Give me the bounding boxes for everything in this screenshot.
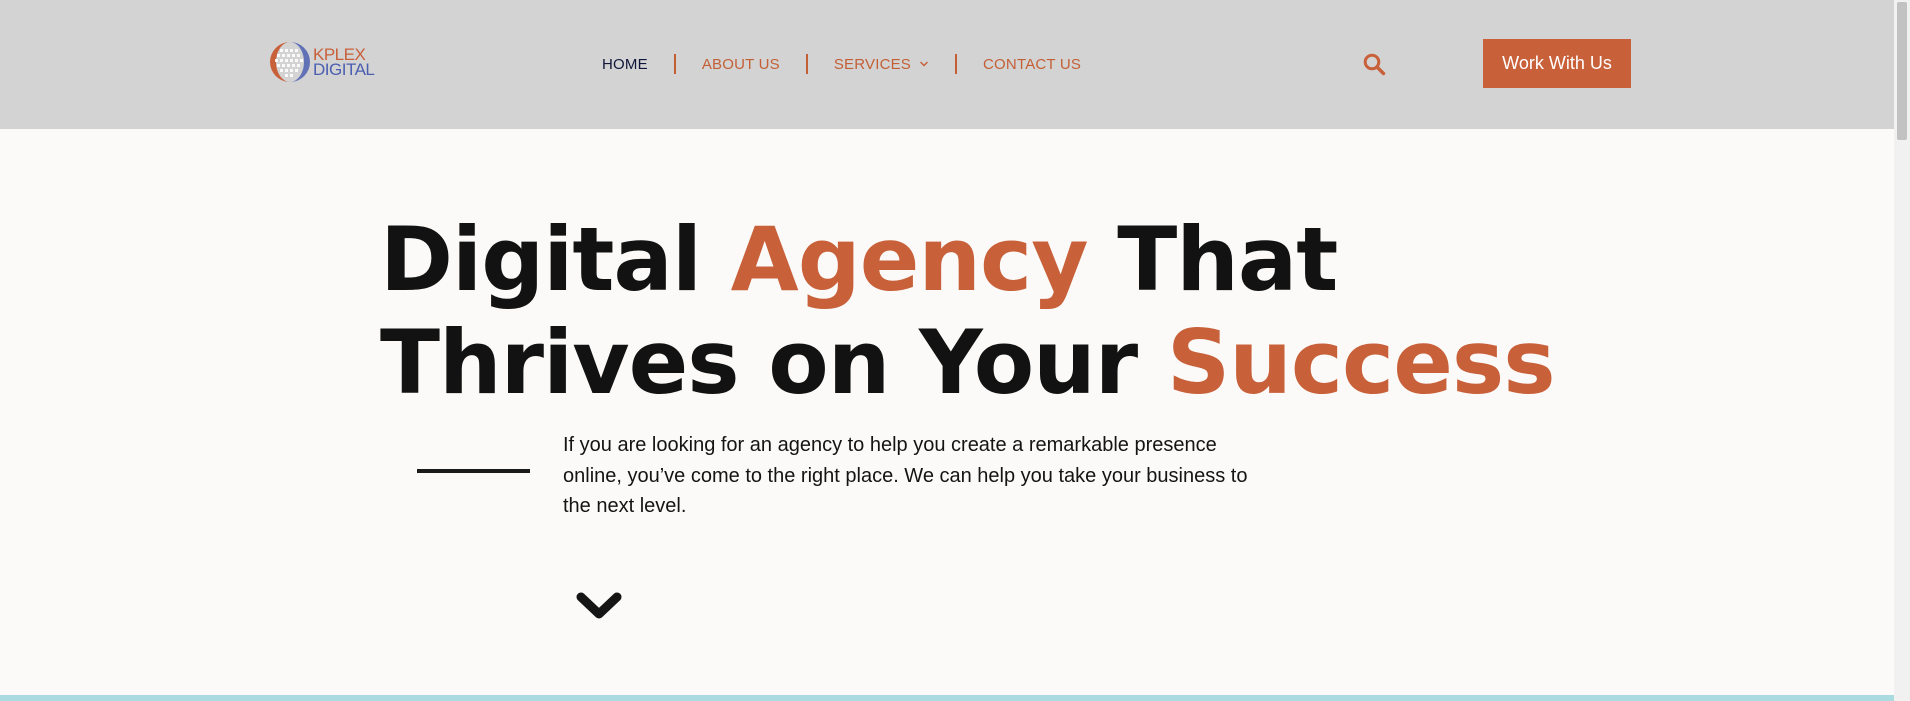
- hero-divider: [417, 469, 530, 473]
- chevron-down-icon[interactable]: [575, 590, 623, 624]
- globe-logo-icon: [270, 42, 310, 82]
- hero-heading: Digital Agency That Thrives on Your Succ…: [380, 208, 1556, 414]
- next-section-edge: [0, 695, 1894, 701]
- hero-heading-line-1: Digital Agency That: [380, 208, 1540, 311]
- hero-description: If you are looking for an agency to help…: [563, 434, 1248, 517]
- site-logo[interactable]: KPLEX DIGITAL: [268, 39, 378, 85]
- page: KPLEX DIGITAL HOME ABOUT US SERVICES CON…: [0, 0, 1894, 701]
- main-nav: HOME ABOUT US SERVICES CONTACT US: [602, 52, 1081, 76]
- hero-word: That: [1117, 208, 1338, 311]
- hero-heading-line-2: Thrives on Your Success: [380, 311, 1556, 414]
- chevron-down-icon: [920, 61, 929, 67]
- hero-words: Thrives on Your: [380, 311, 1138, 414]
- search-icon[interactable]: [1362, 52, 1386, 76]
- nav-divider: [805, 54, 808, 74]
- scrollbar-thumb[interactable]: [1897, 2, 1907, 140]
- logo-wordmark: KPLEX DIGITAL: [313, 46, 375, 79]
- site-header: KPLEX DIGITAL HOME ABOUT US SERVICES CON…: [0, 0, 1894, 129]
- page-scrollbar[interactable]: [1894, 0, 1910, 701]
- nav-contact-us[interactable]: CONTACT US: [983, 56, 1081, 73]
- work-with-us-button[interactable]: Work With Us: [1483, 39, 1631, 88]
- nav-divider: [673, 54, 676, 74]
- nav-about-us[interactable]: ABOUT US: [702, 56, 780, 73]
- logo-line-2: DIGITAL: [313, 60, 375, 79]
- nav-divider: [955, 54, 958, 74]
- nav-services[interactable]: SERVICES: [834, 56, 929, 73]
- nav-home[interactable]: HOME: [602, 56, 648, 73]
- hero-word-accent: Agency: [730, 208, 1089, 311]
- nav-services-label: SERVICES: [833, 55, 912, 73]
- hero-word-accent: Success: [1166, 311, 1556, 414]
- hero-word: Digital: [380, 208, 702, 311]
